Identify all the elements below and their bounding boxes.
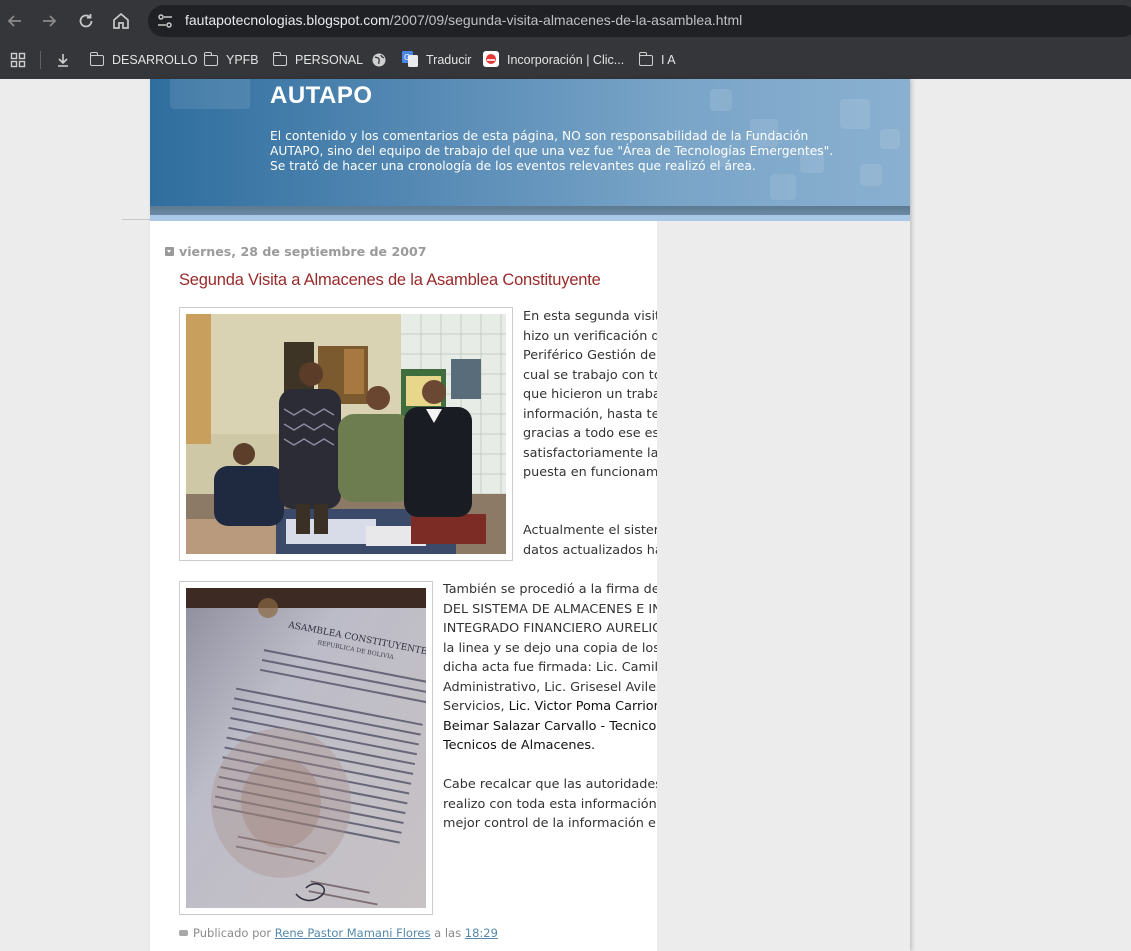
post-time-link[interactable]: 18:29 — [465, 926, 498, 940]
blog-title[interactable]: AUTAPO — [270, 82, 373, 110]
folder-icon — [272, 51, 287, 66]
bookmark-label: Incorporación | Clic... — [507, 53, 625, 67]
browser-chrome: fautapotecnologias.blogspot.com/2007/09/… — [0, 0, 1131, 79]
bookmark-label: I A — [661, 53, 676, 67]
url-text[interactable]: fautapotecnologias.blogspot.com/2007/09/… — [185, 12, 742, 28]
folder-icon — [89, 51, 104, 66]
bookmarks-divider — [40, 51, 41, 69]
svg-text:G: G — [404, 53, 410, 62]
header-bottom-bar — [150, 206, 910, 221]
site-info-icon[interactable] — [156, 12, 174, 30]
blog-container: AUTAPO El contenido y los comentarios de… — [150, 79, 910, 951]
sidebar — [657, 221, 910, 951]
author-link[interactable]: Rene Pastor Mamani Flores — [275, 926, 431, 940]
bookmark-ypfb[interactable]: YPFB — [203, 50, 259, 70]
bookmark-personal[interactable]: PERSONAL — [272, 50, 364, 70]
post-footer: Publicado por Rene Pastor Mamani Flores … — [179, 926, 498, 940]
url-host: fautapotecnologias.blogspot.com — [185, 12, 390, 28]
at-label: a las — [434, 926, 462, 940]
post-photo-document[interactable]: ASAMBLEA CONSTITUYENTE REPUBLICA DE BOLI… — [179, 581, 433, 915]
url-path: /2007/09/segunda-visita-almacenes-de-la-… — [389, 12, 743, 28]
address-bar[interactable]: fautapotecnologias.blogspot.com/2007/09/… — [148, 5, 1131, 37]
forward-arrow-icon[interactable] — [38, 10, 60, 32]
header-decoration — [840, 99, 870, 129]
translate-icon: G — [402, 50, 418, 70]
post-photo-group[interactable] — [179, 307, 513, 561]
bookmark-label: PERSONAL — [295, 53, 364, 67]
bookmark-label: DESARROLLO — [112, 53, 198, 67]
site-icon — [483, 50, 499, 70]
header-decoration — [860, 164, 882, 186]
header-decoration — [710, 89, 732, 111]
blog-description: El contenido y los comentarios de esta p… — [270, 129, 834, 173]
header-decoration — [170, 79, 250, 109]
post-date: viernes, 28 de septiembre de 2007 — [165, 244, 427, 259]
globe-icon[interactable] — [371, 50, 387, 70]
reload-icon[interactable] — [75, 10, 97, 32]
back-arrow-icon[interactable] — [4, 10, 26, 32]
bookmark-desarrollo[interactable]: DESARROLLO — [89, 50, 198, 70]
header-decoration — [770, 174, 796, 200]
bookmark-traducir[interactable]: G Traducir — [402, 50, 471, 70]
bookmark-label: Traducir — [426, 53, 472, 67]
bookmark-ia[interactable]: I A — [638, 50, 676, 70]
collapse-icon[interactable] — [165, 247, 174, 256]
bookmark-incorporacion[interactable]: Incorporación | Clic... — [483, 50, 624, 70]
page-divider-line — [122, 219, 152, 220]
browser-toolbar: fautapotecnologias.blogspot.com/2007/09/… — [0, 0, 1131, 42]
folder-icon — [203, 51, 218, 66]
post-title[interactable]: Segunda Visita a Almacenes de la Asamble… — [179, 271, 601, 290]
bookmark-label: YPFB — [226, 53, 259, 67]
post-date-text: viernes, 28 de septiembre de 2007 — [179, 244, 427, 259]
header-decoration — [880, 129, 900, 149]
downloads-icon[interactable] — [56, 50, 70, 70]
document-photo-image: ASAMBLEA CONSTITUYENTE REPUBLICA DE BOLI… — [186, 588, 426, 908]
folder-icon — [638, 51, 653, 66]
home-icon[interactable] — [110, 10, 132, 32]
apps-grid-icon[interactable] — [10, 50, 26, 70]
blog-header: AUTAPO El contenido y los comentarios de… — [150, 79, 910, 221]
comment-icon — [179, 930, 188, 936]
group-photo-image — [186, 314, 506, 554]
published-by-label: Publicado por — [193, 926, 272, 940]
bookmarks-bar: DESARROLLO YPFB PERSONAL G Traducir Incor… — [0, 42, 1131, 79]
main-column: viernes, 28 de septiembre de 2007 Segund… — [150, 221, 888, 951]
